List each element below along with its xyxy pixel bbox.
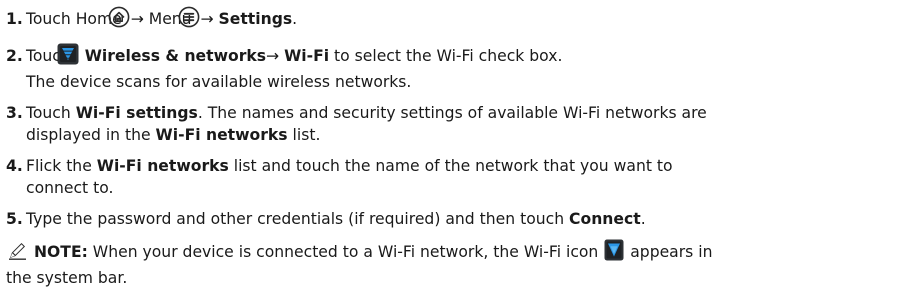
connect-label: Connect <box>569 210 641 228</box>
step-2-detail: The device scans for available wireless … <box>26 73 412 91</box>
step-text: → <box>200 10 219 28</box>
step-text: displayed in the <box>26 126 156 144</box>
home-icon <box>108 6 130 34</box>
step-text: list and touch the name of the network t… <box>228 157 673 175</box>
step-text: → <box>266 47 285 65</box>
step-text: . The names and security settings of ava… <box>197 104 707 122</box>
step-text: Type the password and other credentials … <box>26 210 570 228</box>
step-number: 5. <box>6 210 23 228</box>
step-text: list. <box>287 126 321 144</box>
settings-label: Settings <box>218 10 293 28</box>
note: NOTE: When your device is connected to a… <box>6 239 901 289</box>
instructions: 1. Touch Home → Menu → Settings. 2. Touch … <box>0 0 901 289</box>
note-text: the system bar. <box>6 269 128 287</box>
note-label: NOTE: <box>34 243 88 261</box>
step-5: 5. Type the password and other credential… <box>6 210 646 228</box>
wifi-networks-label: Wi-Fi networks <box>96 157 229 175</box>
step-number: 4. <box>6 157 23 175</box>
step-text: to select the Wi-Fi check box. <box>329 47 563 65</box>
step-text: Flick the <box>26 157 97 175</box>
step-number: 3. <box>6 104 23 122</box>
note-text: appears in <box>625 243 713 261</box>
step-text: connect to. <box>26 179 114 197</box>
wifi-icon <box>604 239 624 267</box>
step-4: 4. Flick the Wi-Fi networks list and touc… <box>6 155 901 199</box>
step-3: 3. Touch Wi-Fi settings. The names and se… <box>6 102 901 146</box>
step-1: 1. Touch Home → Menu → Settings. <box>6 6 901 34</box>
wireless-networks-icon <box>57 43 79 71</box>
wifi-label: Wi-Fi <box>284 47 330 65</box>
wifi-settings-label: Wi-Fi settings <box>75 104 198 122</box>
wireless-networks-label: Wireless & networks <box>84 47 267 65</box>
wifi-networks-label: Wi-Fi networks <box>155 126 288 144</box>
pencil-icon <box>8 242 28 266</box>
step-number: 2. <box>6 47 23 65</box>
menu-icon <box>178 6 200 34</box>
note-text: When your device is connected to a Wi-Fi… <box>87 243 604 261</box>
step-number: 1. <box>6 10 23 28</box>
step-2: 2. Touch Wireless & networks→ Wi-Fi to se… <box>6 43 901 93</box>
step-text: Touch <box>26 104 76 122</box>
